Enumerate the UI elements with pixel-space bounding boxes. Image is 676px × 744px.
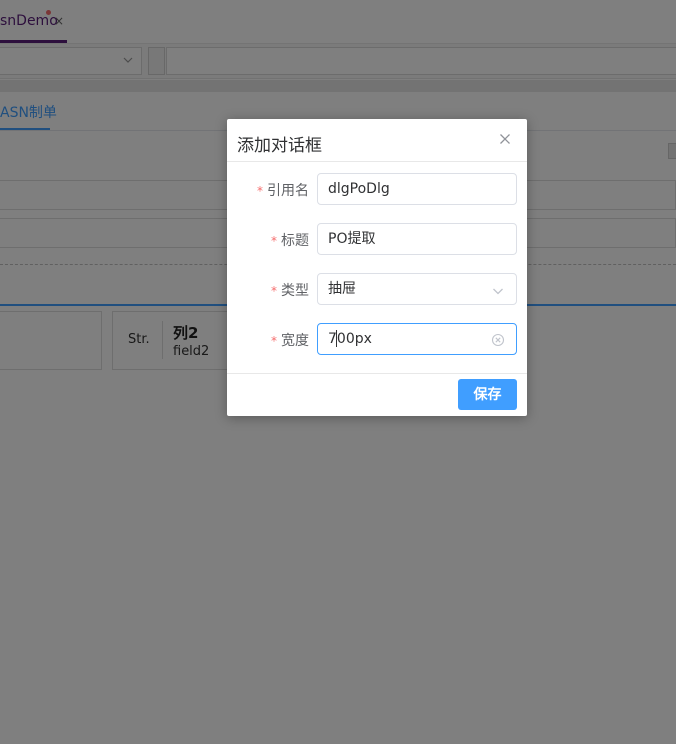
title-label: * 标题: [231, 230, 309, 250]
required-mark: *: [271, 334, 277, 348]
dialog-title: 添加对话框: [237, 136, 322, 156]
app-page: snDemo × ASN制单 Str. 列2 field2 添加对话框 *引用名: [0, 0, 676, 744]
required-mark: *: [271, 284, 277, 298]
ref-name-label: * 引用名: [231, 180, 309, 200]
width-label: * 宽度: [231, 330, 309, 350]
title-label-text: 标题: [281, 233, 309, 249]
clear-circle-icon[interactable]: [491, 332, 505, 347]
dialog-footer-divider: [227, 373, 527, 374]
chevron-down-icon[interactable]: [491, 283, 505, 297]
text-caret: [336, 330, 337, 347]
width-input[interactable]: 700px: [317, 323, 517, 355]
type-label: * 类型: [231, 280, 309, 300]
width-label-text: 宽度: [281, 333, 309, 349]
close-icon[interactable]: [497, 131, 513, 147]
add-dialog: 添加对话框 * 引用名 dlgPoDlg * 标题 PO提取 * 类型 抽屉 * 宽度 …: [227, 119, 527, 416]
title-input[interactable]: PO提取: [317, 223, 517, 255]
ref-name-label-text: 引用名: [267, 183, 309, 199]
type-select[interactable]: 抽屉: [317, 273, 517, 305]
type-label-text: 类型: [281, 283, 309, 299]
required-mark: *: [257, 184, 263, 198]
save-button[interactable]: 保存: [458, 379, 517, 410]
dialog-header: 添加对话框: [227, 119, 527, 162]
ref-name-input[interactable]: dlgPoDlg: [317, 173, 517, 205]
required-mark: *: [271, 234, 277, 248]
